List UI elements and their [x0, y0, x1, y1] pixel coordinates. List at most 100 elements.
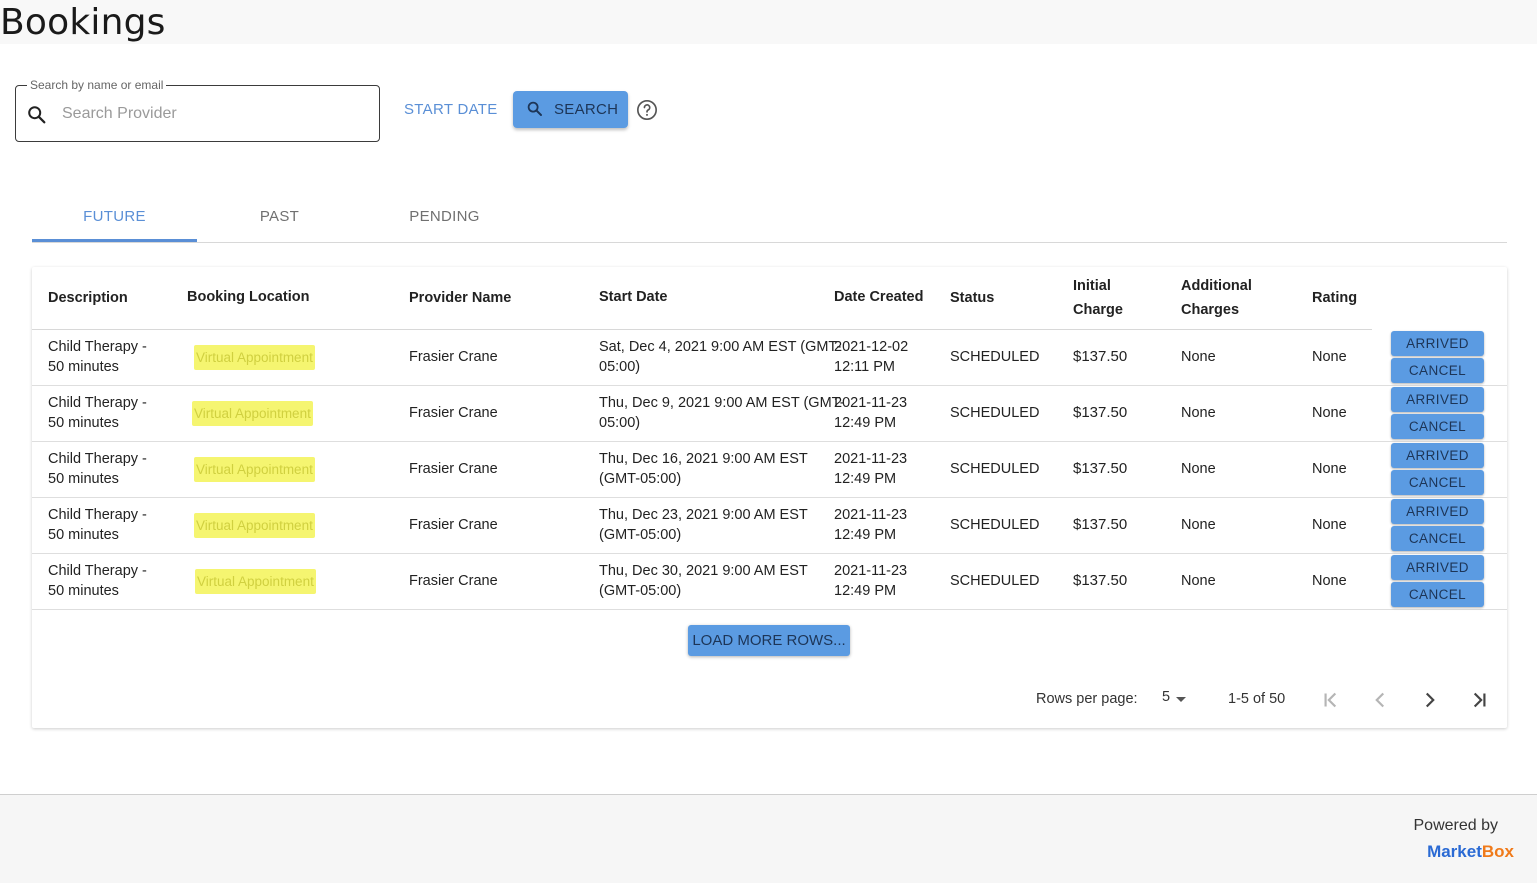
cancel-button[interactable]: CANCEL	[1391, 414, 1484, 439]
cell-start-date-line1: Thu, Dec 23, 2021 9:00 AM EST	[599, 507, 808, 523]
arrived-button[interactable]: ARRIVED	[1391, 555, 1484, 580]
cell-start-date: Sat, Dec 4, 2021 9:00 AM EST (GMT- 05:00…	[599, 337, 841, 377]
cell-start-date: Thu, Dec 9, 2021 9:00 AM EST (GMT- 05:00…	[599, 393, 845, 433]
arrived-button[interactable]: ARRIVED	[1391, 387, 1484, 412]
cell-initial-charge: $137.50	[1073, 404, 1128, 421]
load-more-rows-button[interactable]: LOAD MORE ROWS...	[688, 625, 850, 656]
column-header-initial-charge-line1: Initial	[1073, 278, 1111, 294]
cancel-button[interactable]: CANCEL	[1391, 470, 1484, 495]
last-page-icon[interactable]	[1466, 687, 1492, 713]
search-button[interactable]: SEARCH	[513, 91, 628, 128]
cell-rating: None	[1312, 517, 1347, 533]
cell-provider: Frasier Crane	[409, 405, 498, 421]
cell-description-line1: Child Therapy -	[48, 563, 147, 579]
cell-start-date-line1: Sat, Dec 4, 2021 9:00 AM EST (GMT-	[599, 339, 842, 355]
cell-rating: None	[1312, 405, 1347, 421]
search-provider-field[interactable]: Search by name or email	[15, 78, 380, 142]
cell-status: SCHEDULED	[950, 573, 1040, 589]
column-header-description[interactable]: Description	[48, 286, 128, 310]
search-input[interactable]	[62, 101, 362, 127]
pagination-range: 1-5 of 50	[1228, 691, 1286, 707]
cell-start-date-line2: (GMT-05:00)	[599, 471, 682, 487]
powered-by-text: Powered by	[1413, 817, 1499, 834]
table-row: Child Therapy - 50 minutes Virtual Appoi…	[32, 386, 1507, 442]
cell-provider: Frasier Crane	[409, 517, 498, 533]
column-header-status[interactable]: Status	[950, 286, 994, 310]
cell-date-created-line2: 12:49 PM	[834, 527, 897, 543]
cell-start-date: Thu, Dec 23, 2021 9:00 AM EST (GMT-05:00…	[599, 505, 808, 545]
cell-date-created: 2021-12-02 12:11 PM	[834, 337, 908, 377]
brand-name-part1: Market	[1427, 842, 1482, 861]
cell-description-line2: 50 minutes	[48, 359, 119, 375]
column-header-date-created[interactable]: Date Created	[834, 285, 923, 309]
column-header-start-date[interactable]: Start Date	[599, 285, 668, 309]
cell-start-date-line1: Thu, Dec 30, 2021 9:00 AM EST	[599, 563, 808, 579]
cell-initial-charge: $137.50	[1073, 572, 1128, 589]
cell-start-date-line1: Thu, Dec 16, 2021 9:00 AM EST	[599, 451, 808, 467]
column-header-initial-charge[interactable]: Initial Charge	[1073, 274, 1123, 322]
chevron-right-icon[interactable]	[1417, 687, 1443, 713]
marketbox-logo[interactable]: MarketBox	[1427, 842, 1514, 862]
tab-pending[interactable]: PENDING	[362, 196, 527, 242]
cell-description-line2: 50 minutes	[48, 527, 119, 543]
arrived-button[interactable]: ARRIVED	[1391, 443, 1484, 468]
search-icon	[28, 106, 46, 124]
arrived-button[interactable]: ARRIVED	[1391, 499, 1484, 524]
cell-status: SCHEDULED	[950, 461, 1040, 477]
cell-provider: Frasier Crane	[409, 573, 498, 589]
cell-start-date-line2: 05:00)	[599, 359, 641, 375]
cell-start-date: Thu, Dec 30, 2021 9:00 AM EST (GMT-05:00…	[599, 561, 808, 601]
cell-date-created-line2: 12:49 PM	[834, 583, 897, 599]
cell-additional-charges: None	[1181, 349, 1216, 365]
cancel-button[interactable]: CANCEL	[1391, 526, 1484, 551]
cell-description-line1: Child Therapy -	[48, 339, 147, 355]
cell-date-created-line2: 12:11 PM	[834, 359, 895, 375]
cell-description: Child Therapy - 50 minutes	[48, 337, 147, 377]
start-date-button[interactable]: START DATE	[396, 92, 506, 128]
chevron-left-icon[interactable]	[1367, 687, 1393, 713]
tab-future[interactable]: FUTURE	[32, 196, 197, 242]
first-page-icon[interactable]	[1318, 687, 1344, 713]
cell-date-created: 2021-11-23 12:49 PM	[834, 393, 907, 433]
help-circle-icon[interactable]	[636, 99, 658, 121]
cell-start-date-line2: 05:00)	[599, 415, 641, 431]
cell-rating: None	[1312, 573, 1347, 589]
cell-date-created-line1: 2021-11-23	[834, 507, 908, 523]
cell-description-line1: Child Therapy -	[48, 507, 147, 523]
cell-date-created-line1: 2021-11-23	[834, 395, 908, 411]
cancel-button[interactable]: CANCEL	[1391, 358, 1484, 383]
page-title: Bookings	[0, 2, 166, 43]
search-button-label: SEARCH	[554, 101, 619, 118]
cell-additional-charges: None	[1181, 573, 1216, 589]
column-header-additional-charges-line2: Charges	[1181, 302, 1240, 318]
column-header-location[interactable]: Booking Location	[187, 285, 309, 309]
cell-start-date-line2: (GMT-05:00)	[599, 583, 682, 599]
cell-start-date: Thu, Dec 16, 2021 9:00 AM EST (GMT-05:00…	[599, 449, 808, 489]
rows-per-page-value: 5	[1162, 689, 1171, 705]
arrived-button[interactable]: ARRIVED	[1391, 331, 1484, 356]
page-header: Bookings	[0, 0, 1537, 44]
cell-description: Child Therapy - 50 minutes	[48, 449, 147, 489]
rows-per-page-label: Rows per page:	[1036, 691, 1138, 707]
tab-past[interactable]: PAST	[197, 196, 362, 242]
column-header-rating[interactable]: Rating	[1312, 286, 1357, 310]
rows-per-page-select[interactable]: 5	[1162, 689, 1192, 711]
cell-description: Child Therapy - 50 minutes	[48, 561, 147, 601]
cell-rating: None	[1312, 349, 1347, 365]
booking-location-badge: Virtual Appointment	[195, 569, 316, 594]
column-header-additional-charges-line1: Additional	[1181, 278, 1252, 294]
cell-description-line1: Child Therapy -	[48, 451, 147, 467]
booking-location-badge: Virtual Appointment	[194, 513, 315, 538]
cell-initial-charge: $137.50	[1073, 516, 1128, 533]
booking-location-badge: Virtual Appointment	[194, 457, 315, 482]
bookings-table-card: Description Booking Location Provider Na…	[32, 267, 1507, 728]
search-field-legend: Search by name or email	[27, 78, 167, 92]
search-icon	[527, 101, 542, 116]
column-header-additional-charges[interactable]: Additional Charges	[1181, 274, 1252, 322]
cell-status: SCHEDULED	[950, 349, 1040, 365]
column-header-provider[interactable]: Provider Name	[409, 286, 511, 310]
booking-location-badge: Virtual Appointment	[192, 401, 313, 426]
booking-tabs: FUTURE PAST PENDING	[32, 196, 1507, 243]
cell-status: SCHEDULED	[950, 405, 1040, 421]
cancel-button[interactable]: CANCEL	[1391, 582, 1484, 607]
